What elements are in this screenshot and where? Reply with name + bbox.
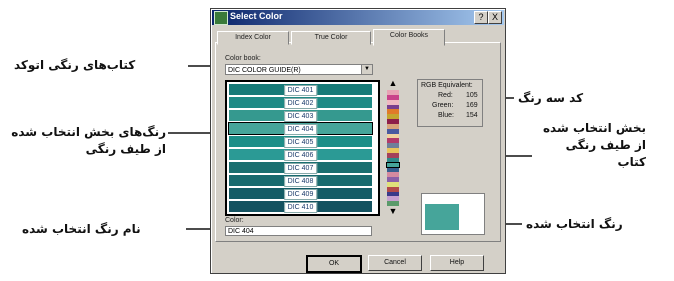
color-label: Color:: [225, 217, 244, 224]
annotation-color-name: نام رنگ انتخاب شده: [22, 222, 141, 236]
swatch-list: DIC 401 DIC 402 DIC 403 DIC 404 DIC 405 DIC 4…: [225, 80, 380, 216]
preview-area: [421, 193, 485, 235]
annotation-color-books: کتاب‌های رنگی اتوکد: [14, 58, 136, 72]
color-book-value: DIC COLOR GUIDE(R): [228, 67, 301, 74]
ok-button[interactable]: OK: [306, 255, 362, 273]
swatch-label: DIC 405: [283, 137, 318, 148]
swatch-row[interactable]: DIC 404: [228, 122, 373, 135]
chevron-down-icon[interactable]: ▼: [361, 65, 372, 74]
swatch-row[interactable]: DIC 406: [229, 149, 372, 161]
annotation-rgb-code: کد سه رنگ: [518, 91, 584, 105]
spectrum-selection-marker: [386, 161, 400, 168]
app-icon: [214, 11, 228, 25]
title-bar: Select Color ? X: [212, 10, 504, 25]
help-title-button[interactable]: ?: [474, 11, 488, 24]
swatch-label: DIC 410: [283, 202, 318, 213]
rgb-red-label: Red:: [438, 92, 453, 99]
swatch-row[interactable]: DIC 402: [229, 97, 372, 109]
dialog-title: Select Color: [230, 11, 283, 21]
swatch-row[interactable]: DIC 405: [229, 136, 372, 148]
color-book-select[interactable]: DIC COLOR GUIDE(R) ▼: [225, 64, 373, 75]
swatch-label: DIC 404: [283, 124, 318, 135]
select-color-dialog: Select Color ? X Index Color True Color …: [210, 8, 506, 274]
selected-color-preview: [425, 204, 459, 230]
swatch-row[interactable]: DIC 403: [229, 110, 372, 122]
swatch-row[interactable]: DIC 401: [229, 84, 372, 96]
rgb-title: RGB Equivalent:: [421, 82, 473, 89]
swatch-row[interactable]: DIC 407: [229, 162, 372, 174]
swatch-label: DIC 401: [283, 85, 318, 96]
swatch-row[interactable]: DIC 410: [229, 201, 372, 213]
swatch-label: DIC 408: [283, 176, 318, 187]
close-button[interactable]: X: [488, 11, 502, 24]
rgb-blue-value: 154: [466, 112, 478, 119]
swatch-label: DIC 406: [283, 150, 318, 161]
tab-true-color[interactable]: True Color: [291, 31, 371, 45]
annotation-selected-colors: رنگ‌های بخش انتخاب شده از طیف رنگی: [11, 125, 166, 156]
cancel-button[interactable]: Cancel: [368, 255, 422, 271]
annotation-selected-color: رنگ انتخاب شده: [526, 217, 623, 231]
swatch-row[interactable]: DIC 409: [229, 188, 372, 200]
swatch-label: DIC 409: [283, 189, 318, 200]
swatch-row[interactable]: DIC 408: [229, 175, 372, 187]
color-name-field[interactable]: DIC 404: [225, 226, 372, 236]
tab-index-color[interactable]: Index Color: [217, 31, 289, 45]
rgb-green-label: Green:: [432, 102, 454, 109]
swatch-label: DIC 403: [283, 111, 318, 122]
color-spectrum-strip[interactable]: [386, 90, 400, 207]
annotation-spectrum-part: بخش انتخاب شده از طیف رنگی کتاب: [542, 121, 646, 169]
rgb-green-value: 169: [466, 102, 478, 109]
tab-color-books[interactable]: Color Books: [373, 29, 445, 46]
rgb-equivalent-box: RGB Equivalent: Red: 105 Green: 169 Blue…: [417, 79, 483, 127]
scroll-down-icon[interactable]: ▼: [387, 206, 399, 216]
spectrum-scroller: ▲ ▼: [385, 78, 401, 216]
help-button[interactable]: Help: [430, 255, 484, 271]
swatch-label: DIC 402: [283, 98, 318, 109]
color-book-label: Color book:: [225, 55, 261, 62]
rgb-blue-label: Blue:: [438, 112, 454, 119]
rgb-red-value: 105: [466, 92, 478, 99]
swatch-label: DIC 407: [283, 163, 318, 174]
scroll-up-icon[interactable]: ▲: [387, 78, 399, 88]
